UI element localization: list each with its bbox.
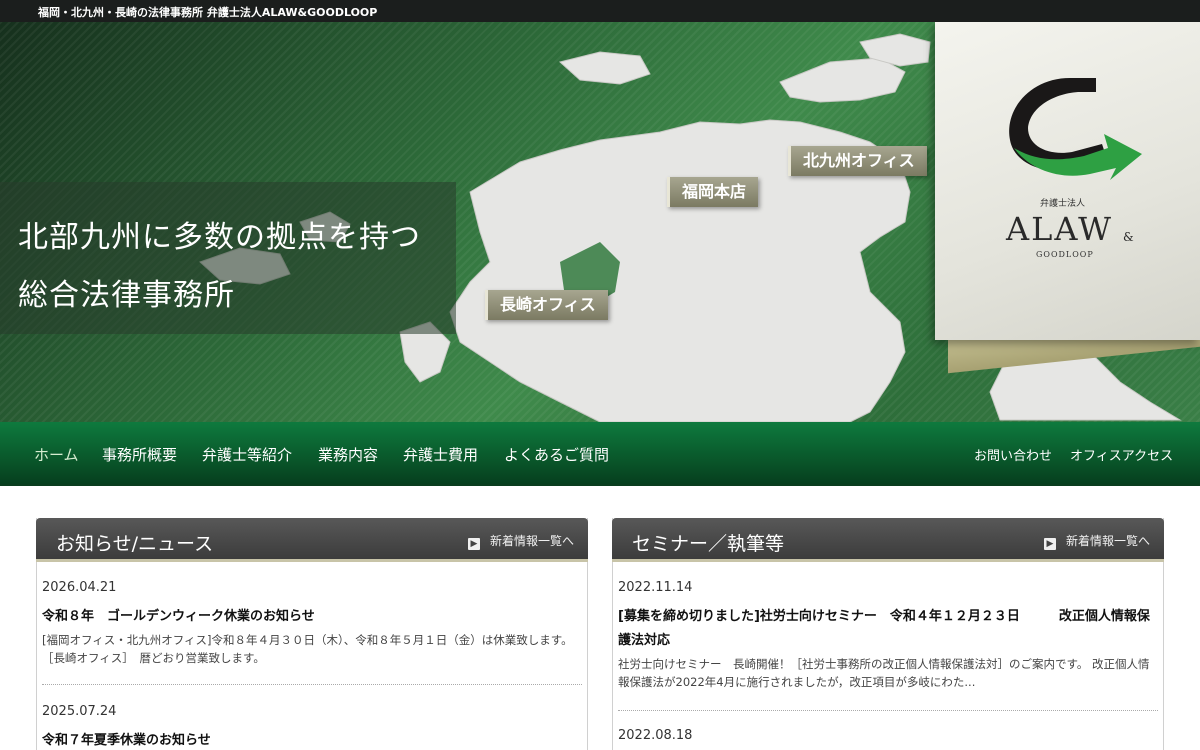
hero-banner: 北部九州に多数の拠点を持つ 総合法律事務所 北九州オフィス 福岡本店 長崎オフィ… xyxy=(0,22,1200,422)
seminar-panel-header: セミナー／執筆等 ▶ 新着情報一覧へ xyxy=(612,518,1164,562)
alaw-logo-icon xyxy=(1009,78,1142,180)
nav-office-overview[interactable]: 事務所概要 xyxy=(102,444,177,465)
news-panel-title: お知らせ/ニュース xyxy=(56,533,214,555)
site-tagline: 福岡・北九州・長崎の法律事務所 弁護士法人ALAW&GOODLOOP xyxy=(38,6,378,19)
nav-services[interactable]: 業務内容 xyxy=(318,444,378,465)
news-item-date: 2026.04.21 xyxy=(42,580,117,595)
nav-faq[interactable]: よくあるご質問 xyxy=(504,444,609,465)
nav-contact[interactable]: お問い合わせ xyxy=(974,445,1052,464)
seminar-item-title[interactable]: [募集を締め切りました]社労士向けセミナー 令和４年１２月２３日 改正個人情報保… xyxy=(618,605,1158,653)
nav-lawyers[interactable]: 弁護士等紹介 xyxy=(202,444,292,465)
news-more-link[interactable]: ▶ 新着情報一覧へ xyxy=(467,532,574,550)
arrow-right-icon: ▶ xyxy=(1043,538,1056,550)
seminar-panel-title: セミナー／執筆等 xyxy=(632,533,785,555)
seminar-item: 2022.08.18 xyxy=(618,728,1158,743)
logo-subtitle: 弁護士法人 xyxy=(1040,199,1086,209)
nav-home[interactable]: ホーム xyxy=(34,444,79,465)
news-item-title[interactable]: 令和８年 ゴールデンウィーク休業のお知らせ xyxy=(42,605,582,629)
news-item: 2025.07.24 令和７年夏季休業のお知らせ xyxy=(42,704,582,750)
main-nav: ホーム 事務所概要 弁護士等紹介 業務内容 弁護士費用 よくあるご質問 お問い合… xyxy=(0,422,1200,486)
news-more-label: 新着情報一覧へ xyxy=(489,534,574,548)
news-panel-header: お知らせ/ニュース ▶ 新着情報一覧へ xyxy=(36,518,588,562)
seminar-item-date: 2022.11.14 xyxy=(618,580,693,595)
nav-office-access[interactable]: オフィスアクセス xyxy=(1070,445,1173,464)
logo-goodloop: GOODLOOP xyxy=(1036,250,1094,259)
office-tag-fukuoka[interactable]: 福岡本店 xyxy=(667,177,759,207)
seminar-divider xyxy=(618,710,1158,711)
hero-caption-line1: 北部九州に多数の拠点を持つ xyxy=(18,220,421,255)
news-item-title[interactable]: 令和７年夏季休業のお知らせ xyxy=(42,729,582,750)
hero-caption: 北部九州に多数の拠点を持つ 総合法律事務所 xyxy=(0,182,456,334)
top-strip: 福岡・北九州・長崎の法律事務所 弁護士法人ALAW&GOODLOOP xyxy=(0,0,1200,22)
hero-caption-line2: 総合法律事務所 xyxy=(18,278,235,313)
logo-ampersand: & xyxy=(1123,230,1134,244)
logo-name: ALAW xyxy=(1006,210,1114,248)
seminar-more-label: 新着情報一覧へ xyxy=(1065,534,1150,548)
nav-fees[interactable]: 弁護士費用 xyxy=(403,444,478,465)
news-item-body: [福岡オフィス・北九州オフィス]令和８年４月３０日（木）、令和８年５月１日（金）… xyxy=(42,633,573,665)
news-divider xyxy=(42,684,582,685)
arrow-right-icon: ▶ xyxy=(467,538,480,550)
seminar-item-body: 社労士向けセミナー 長崎開催！［社労士事務所の改正個人情報保護法対］のご案内です… xyxy=(618,657,1150,689)
office-tag-nagasaki[interactable]: 長崎オフィス xyxy=(485,290,608,320)
seminar-item: 2022.11.14 [募集を締め切りました]社労士向けセミナー 令和４年１２月… xyxy=(618,580,1158,691)
news-item: 2026.04.21 令和８年 ゴールデンウィーク休業のお知らせ [福岡オフィス… xyxy=(42,580,582,667)
office-tag-kitakyushu[interactable]: 北九州オフィス xyxy=(788,146,927,176)
seminar-more-link[interactable]: ▶ 新着情報一覧へ xyxy=(1043,532,1150,550)
seminar-panel: セミナー／執筆等 ▶ 新着情報一覧へ 2022.11.14 [募集を締め切りました… xyxy=(612,518,1164,750)
news-item-date: 2025.07.24 xyxy=(42,704,117,719)
seminar-item-date: 2022.08.18 xyxy=(618,728,693,743)
news-panel: お知らせ/ニュース ▶ 新着情報一覧へ 2026.04.21 令和８年 ゴールデン… xyxy=(36,518,588,750)
